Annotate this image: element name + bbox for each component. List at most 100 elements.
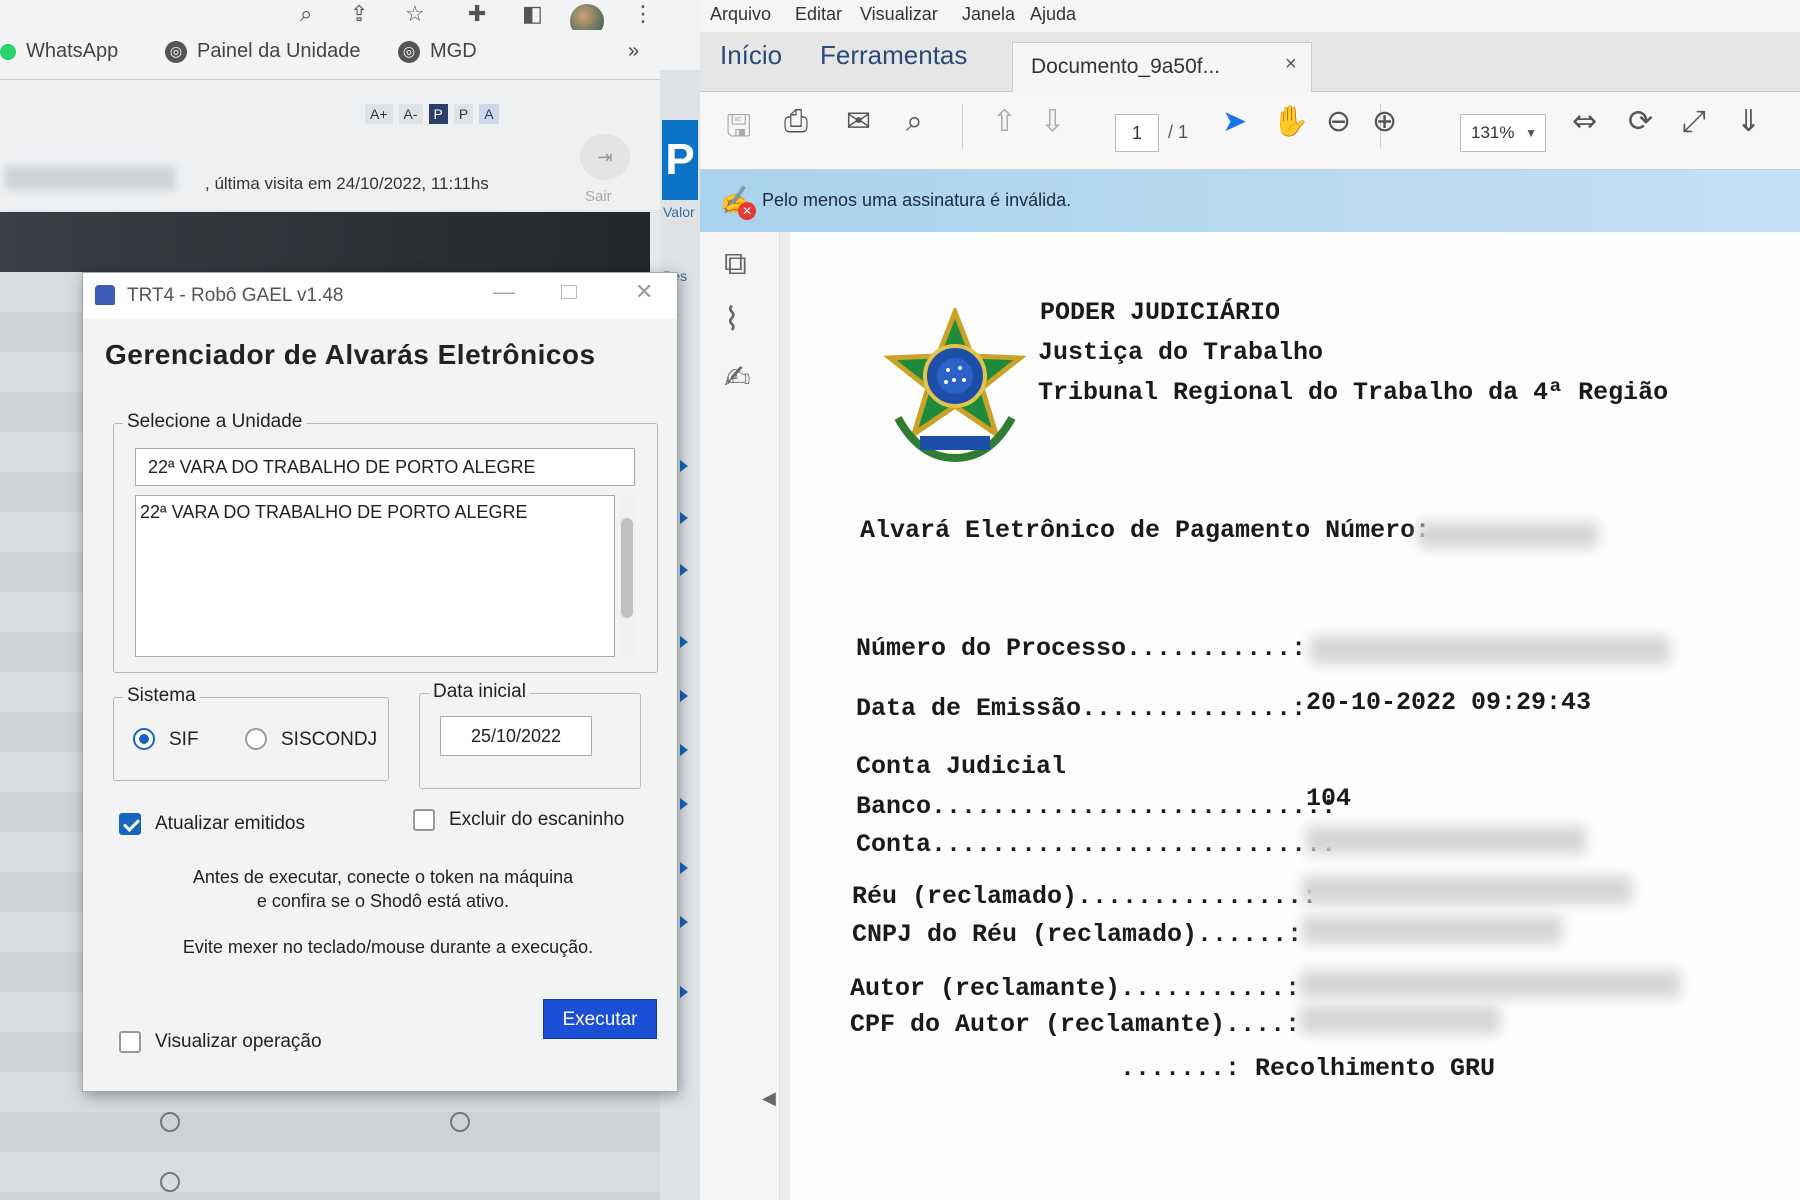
close-tab-icon[interactable]: × — [1285, 53, 1297, 76]
menu-help[interactable]: Ajuda — [1030, 4, 1076, 25]
update-emitted-checkbox[interactable] — [119, 813, 141, 835]
list-item[interactable]: 22ª VARA DO TRABALHO DE PORTO ALEGRE — [140, 502, 527, 523]
redacted-plaintiff — [1300, 970, 1680, 998]
font-decrease-button[interactable]: A- — [398, 104, 423, 124]
pdf-reader-window: Arquivo Editar Visualizar Janela Ajuda I… — [700, 0, 1800, 1200]
plaintiff-label: Autor (reclamante)...........: — [850, 974, 1301, 1003]
collapse-panel-icon[interactable]: ◀ — [762, 1088, 776, 1109]
rotate-page-icon[interactable]: ⟳ — [1628, 104, 1653, 139]
redacted-account — [1306, 826, 1586, 854]
select-pointer-icon[interactable]: ➤ — [1222, 104, 1247, 139]
sidepanel-icon[interactable]: ◧ — [522, 2, 543, 27]
bookmark-label: WhatsApp — [26, 40, 119, 62]
radio-siscondj-label[interactable]: SISCONDJ — [281, 729, 377, 751]
redacted-process-number — [1310, 636, 1670, 664]
bank-value: 104 — [1306, 784, 1352, 813]
header-band — [0, 212, 650, 272]
menu-view[interactable]: Visualizar — [860, 4, 938, 25]
app-logo: P — [662, 120, 698, 200]
email-icon[interactable]: ✉ — [846, 104, 871, 139]
list-radio[interactable] — [450, 1112, 470, 1132]
bookmark-mgd[interactable]: ◎ MGD — [398, 40, 477, 63]
menu-edit[interactable]: Editar — [795, 4, 842, 25]
logout-icon: ⇥ — [597, 147, 613, 167]
read-mode-icon[interactable]: ⇓ — [1736, 104, 1761, 139]
pages-icon[interactable]: ⧉ — [724, 244, 747, 283]
bookmark-painel[interactable]: ◎ Painel da Unidade — [165, 40, 360, 63]
contrast-dark-button[interactable]: P — [428, 104, 448, 124]
side-label: Valor — [663, 204, 695, 220]
menu-file[interactable]: Arquivo — [710, 4, 771, 25]
print-icon[interactable]: ⎙ — [784, 104, 808, 139]
globe-icon: ◎ — [165, 40, 187, 63]
account-label: Conta..........................: — [856, 830, 1337, 859]
radio-siscondj[interactable] — [245, 728, 267, 750]
font-increase-button[interactable]: A+ — [365, 104, 393, 124]
minimize-button[interactable]: — — [493, 279, 515, 305]
bookmark-whatsapp[interactable]: WhatsApp — [0, 40, 118, 63]
header-line-3: Tribunal Regional do Trabalho da 4ª Regi… — [1038, 378, 1669, 407]
navigation-panel: ⧉ ⌇ ✍ ◀ — [700, 232, 780, 1200]
page-number-input[interactable]: 1 — [1115, 114, 1159, 152]
bookmarks-bar: WhatsApp ◎ Painel da Unidade ◎ MGD » — [0, 30, 700, 80]
start-date-field[interactable]: 25/10/2022 — [440, 716, 592, 756]
scrollbar-thumb[interactable] — [621, 518, 633, 618]
brazil-coat-of-arms-emblem — [883, 308, 1027, 463]
remove-from-box-label[interactable]: Excluir do escaninho — [449, 809, 624, 831]
star-icon[interactable]: ☆ — [405, 2, 425, 27]
prev-page-icon[interactable]: ⇧ — [992, 104, 1017, 139]
hand-tool-icon[interactable]: ✋ — [1272, 104, 1309, 139]
contrast-blue-button[interactable]: A — [479, 104, 499, 124]
unit-listbox[interactable]: 22ª VARA DO TRABALHO DE PORTO ALEGRE — [135, 495, 615, 657]
invalid-signature-icon: ✕ — [738, 202, 756, 220]
share-icon[interactable]: ⇪ — [350, 2, 368, 27]
dialog-titlebar[interactable]: TRT4 - Robô GAEL v1.48 — ✕ — [83, 273, 677, 319]
header-line-2: Justiça do Trabalho — [1038, 338, 1324, 367]
tab-tools[interactable]: Ferramentas — [820, 40, 967, 71]
dialog-heading: Gerenciador de Alvarás Eletrônicos — [105, 339, 596, 370]
close-button[interactable]: ✕ — [635, 279, 653, 305]
bookmarks-overflow-button[interactable]: » — [628, 40, 639, 63]
next-page-icon[interactable]: ⇩ — [1040, 104, 1065, 139]
logout-button[interactable]: ⇥ — [580, 134, 630, 180]
search-icon[interactable]: ⌕ — [300, 2, 312, 27]
signature-panel-icon[interactable]: ✍ — [724, 358, 751, 396]
execute-button[interactable]: Executar — [543, 999, 657, 1039]
radio-sif-label[interactable]: SIF — [169, 729, 199, 751]
judicial-account-heading: Conta Judicial — [856, 752, 1067, 781]
list-radio[interactable] — [160, 1112, 180, 1132]
view-operation-label[interactable]: Visualizar operação — [155, 1031, 322, 1053]
menu-window[interactable]: Janela — [962, 4, 1015, 25]
extensions-icon[interactable]: ✚ — [468, 2, 486, 27]
search-icon[interactable]: ⌕ — [906, 104, 923, 139]
toolbar-divider — [962, 104, 963, 148]
contrast-light-button[interactable]: P — [453, 104, 474, 124]
attachment-icon[interactable]: ⌇ — [724, 300, 740, 338]
signature-warning-bar: ✍ ✕ Pelo menos uma assinatura é inválida… — [700, 170, 1800, 232]
tab-home[interactable]: Início — [720, 40, 782, 71]
fit-width-icon[interactable]: ⇔ — [1572, 104, 1597, 139]
redacted-defendant — [1302, 876, 1632, 904]
zoom-select[interactable]: 131% ▼ — [1460, 114, 1546, 152]
issue-date-label: Data de Emissão..............: — [856, 694, 1307, 723]
update-emitted-label[interactable]: Atualizar emitidos — [155, 813, 305, 835]
unit-search-input[interactable]: 22ª VARA DO TRABALHO DE PORTO ALEGRE — [135, 448, 635, 486]
more-menu-icon[interactable]: ⋮ — [632, 2, 654, 27]
list-radio[interactable] — [160, 1172, 180, 1192]
radio-sif[interactable] — [133, 728, 155, 750]
tab-document[interactable]: Documento_9a50f... × — [1012, 42, 1312, 92]
page-total: / 1 — [1168, 122, 1189, 142]
redacted-cpf — [1300, 1006, 1500, 1034]
zoom-in-icon[interactable]: ⊕ — [1372, 104, 1397, 139]
reader-toolbar: 🖫 ⎙ ✉ ⌕ ⇧ ⇩ ➤ ✋ ⊖ ⊕ ⇔ ⟳ ⤢ ⇓ — [700, 92, 1800, 170]
maximize-button[interactable] — [561, 285, 577, 299]
fullscreen-icon[interactable]: ⤢ — [1682, 104, 1706, 139]
remove-from-box-checkbox[interactable] — [413, 809, 435, 831]
zoom-out-icon[interactable]: ⊖ — [1326, 104, 1351, 139]
defendant-label: Réu (reclamado)...............: — [852, 882, 1318, 911]
chevron-down-icon: ▼ — [1525, 126, 1537, 140]
keyboard-warning: Evite mexer no teclado/mouse durante a e… — [182, 937, 594, 957]
save-icon[interactable]: 🖫 — [726, 104, 752, 155]
view-operation-checkbox[interactable] — [119, 1031, 141, 1053]
token-note-2: e confira se o Shodô está ativo. — [256, 891, 510, 911]
